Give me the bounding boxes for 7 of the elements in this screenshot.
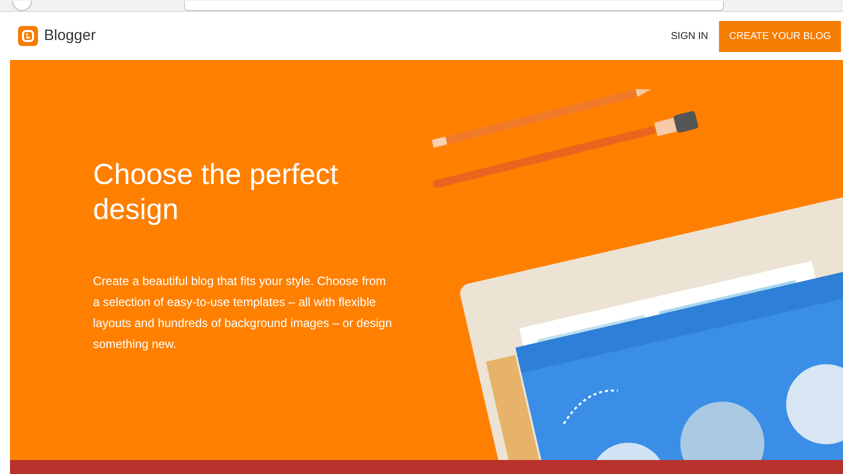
browser-button[interactable]	[12, 1, 32, 11]
sign-in-link[interactable]: SIGN IN	[670, 28, 708, 44]
blogger-logo-icon	[18, 26, 38, 46]
hero-title: Choose the perfect design	[93, 158, 340, 228]
hero-description: Create a beautiful blog that fits your style. Choose from a selection of easy-to-use templates – all with flexible layouts and hundreds of background images – or design something new.	[93, 273, 393, 353]
address-bar[interactable]	[184, 1, 724, 11]
logo-text: Blogger	[44, 26, 96, 46]
